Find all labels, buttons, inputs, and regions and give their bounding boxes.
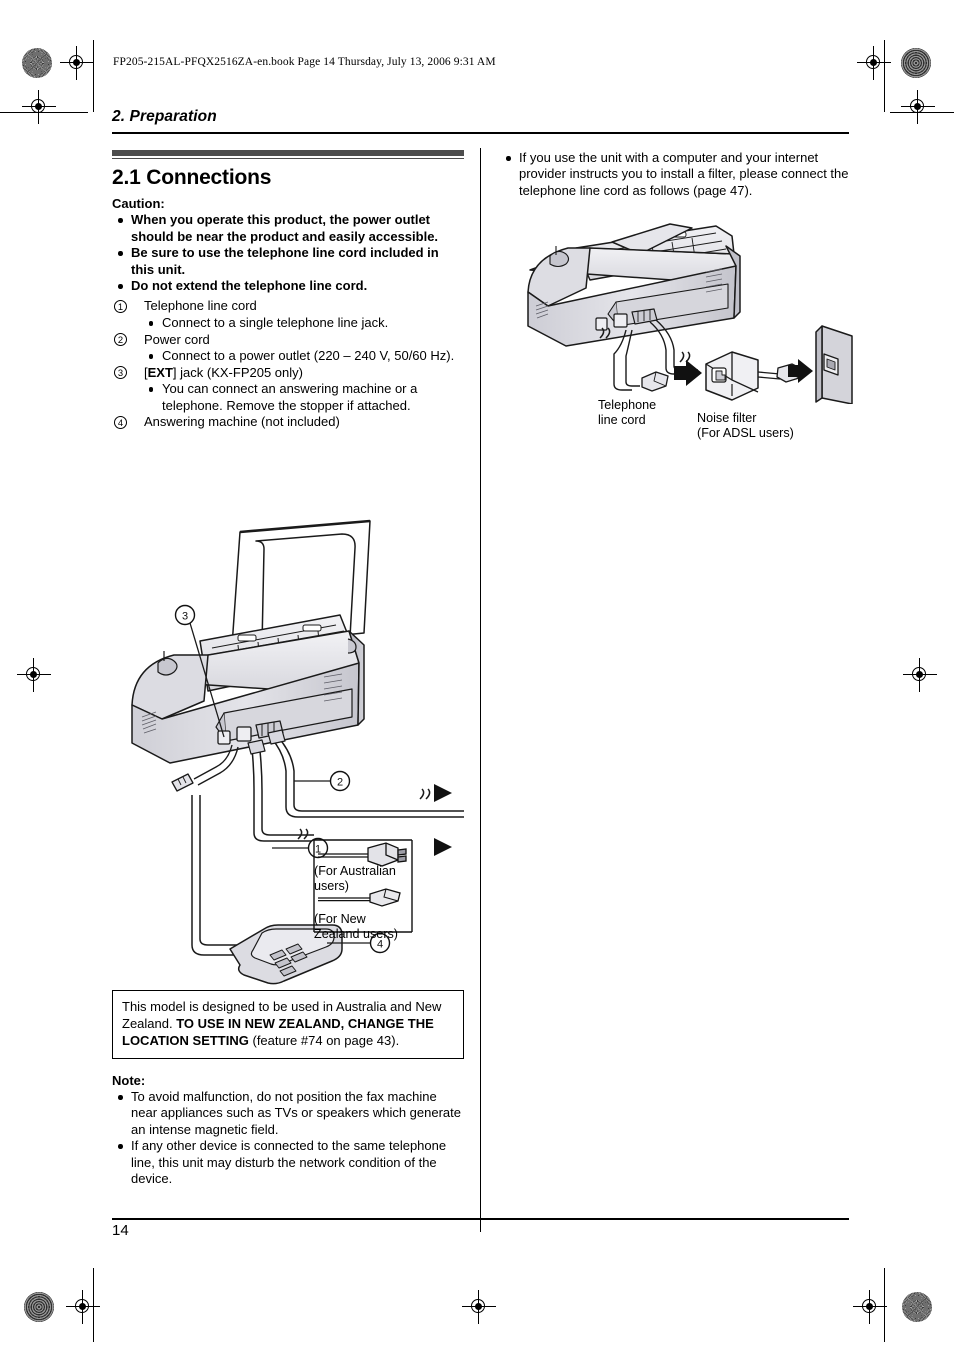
wall-socket [815,325,853,404]
model-note-text-b: (feature #74 on page 43). [248,1033,400,1048]
plug-variants-labels: (For Australian users) (For New Zealand … [314,844,416,942]
footer-divider-rule [112,1218,849,1220]
registration-mark-mid-right-top [901,90,935,124]
list-item: To avoid malfunction, do not position th… [112,1089,464,1138]
noise-filter-caption: Noise filter (For ADSL users) [697,411,867,441]
page-title: 2.1 Connections [112,166,272,190]
section-header-bar [112,150,464,160]
callout-3-text: 3 [182,611,188,623]
list-item: Do not extend the telephone line cord. [112,278,464,294]
part-sublist: Connect to a single telephone line jack. [144,315,464,332]
caution-label: Caution: [112,196,165,212]
caution-list: When you operate this product, the power… [112,212,464,294]
density-patch-bottom-left [24,1292,54,1322]
list-item: 3 [EXT] jack (KX-FP205 only) You can con… [112,365,464,415]
note-list: To avoid malfunction, do not position th… [112,1089,464,1187]
registration-mark-mid-right [903,658,937,692]
registration-mark-mid-left-top [22,90,56,124]
telephone-line-cord-right [613,329,640,391]
list-item: If you use the unit with a computer and … [500,150,850,199]
registration-mark-bottom-right [853,1290,887,1324]
noise-filter-diagram [520,214,860,404]
list-item: 4 Answering machine (not included) [112,414,464,431]
registration-mark-top-right [857,46,891,80]
page-canvas: FP205-215AL-PFQX2516ZA-en.book Page 14 T… [0,0,954,1351]
model-location-note: This model is designed to be used in Aus… [112,990,464,1059]
note-label: Note: [112,1073,146,1088]
caption-telephone-line1: Telephone [598,398,657,412]
part-title-key: EXT [147,364,173,380]
circled-number: 3 [114,365,127,379]
part-sublist: Connect to a power outlet (220 – 240 V, … [144,348,464,365]
answering-machine-cord [191,795,238,956]
circled-number: 1 [114,299,127,313]
list-item: 2 Power cord Connect to a power outlet (… [112,332,464,365]
plug-label-newzealand-line1: (For New [314,912,366,926]
telephone-plug [641,371,669,392]
circled-number: 2 [114,332,127,346]
list-item: 1 Telephone line cord Connect to a singl… [112,298,464,331]
header-divider-rule [112,132,849,134]
registration-mark-bottom-center [462,1290,496,1324]
caption-telephone-line2: line cord [598,413,646,427]
plug-label-australia-line1: (For Australian [314,864,396,878]
connection-parts-list: 1 Telephone line cord Connect to a singl… [112,298,464,431]
arrow-to-noise-filter [674,360,702,386]
plug-label-australia-line2: users) [314,879,349,893]
registration-mark-bottom-left [66,1290,100,1324]
arrow-phone-jack [434,838,452,856]
list-item: If any other device is connected to the … [112,1138,464,1187]
plug-label-newzealand-line2: Zealand users) [314,927,398,941]
page-number: 14 [112,1222,129,1239]
registration-mark-top-left [60,46,94,80]
density-patch-top-right [901,48,931,78]
noise-filter-device [705,351,803,401]
list-item: Connect to a power outlet (220 – 240 V, … [144,348,464,365]
circled-number: 4 [114,415,127,429]
caption-filter-line1: Noise filter [697,411,757,425]
right-column: If you use the unit with a computer and … [500,150,850,199]
power-cord [267,729,464,818]
part-title: Answering machine (not included) [144,414,340,430]
part-sublist: You can connect an answering machine or … [144,381,464,414]
part-title-rest: ] jack (KX-FP205 only) [172,364,303,380]
density-patch-bottom-right [902,1292,932,1322]
telephone-cord-caption: Telephone line cord [598,398,708,428]
list-item: Be sure to use the telephone line cord i… [112,245,464,278]
callout-2-text: 2 [337,777,343,789]
list-item: When you operate this product, the power… [112,212,464,245]
adsl-intro-list: If you use the unit with a computer and … [500,150,850,199]
telephone-line-cord [247,739,314,842]
part-title: Power cord [144,331,210,347]
list-item: Connect to a single telephone line jack. [144,315,464,332]
left-column-bottom: This model is designed to be used in Aus… [112,990,464,1187]
registration-mark-mid-left [17,658,51,692]
caption-filter-line2: (For ADSL users) [697,426,794,440]
book-file-header: FP205-215AL-PFQX2516ZA-en.book Page 14 T… [113,56,496,68]
left-column: 2.1 Connections Caution: When you operat… [112,150,464,431]
density-patch-top-left [22,48,52,78]
part-title: Telephone line cord [144,298,257,314]
arrow-power-outlet [434,784,452,802]
column-divider-rule [480,148,482,1232]
list-item: You can connect an answering machine or … [144,381,464,414]
chapter-title: 2. Preparation [112,108,217,125]
